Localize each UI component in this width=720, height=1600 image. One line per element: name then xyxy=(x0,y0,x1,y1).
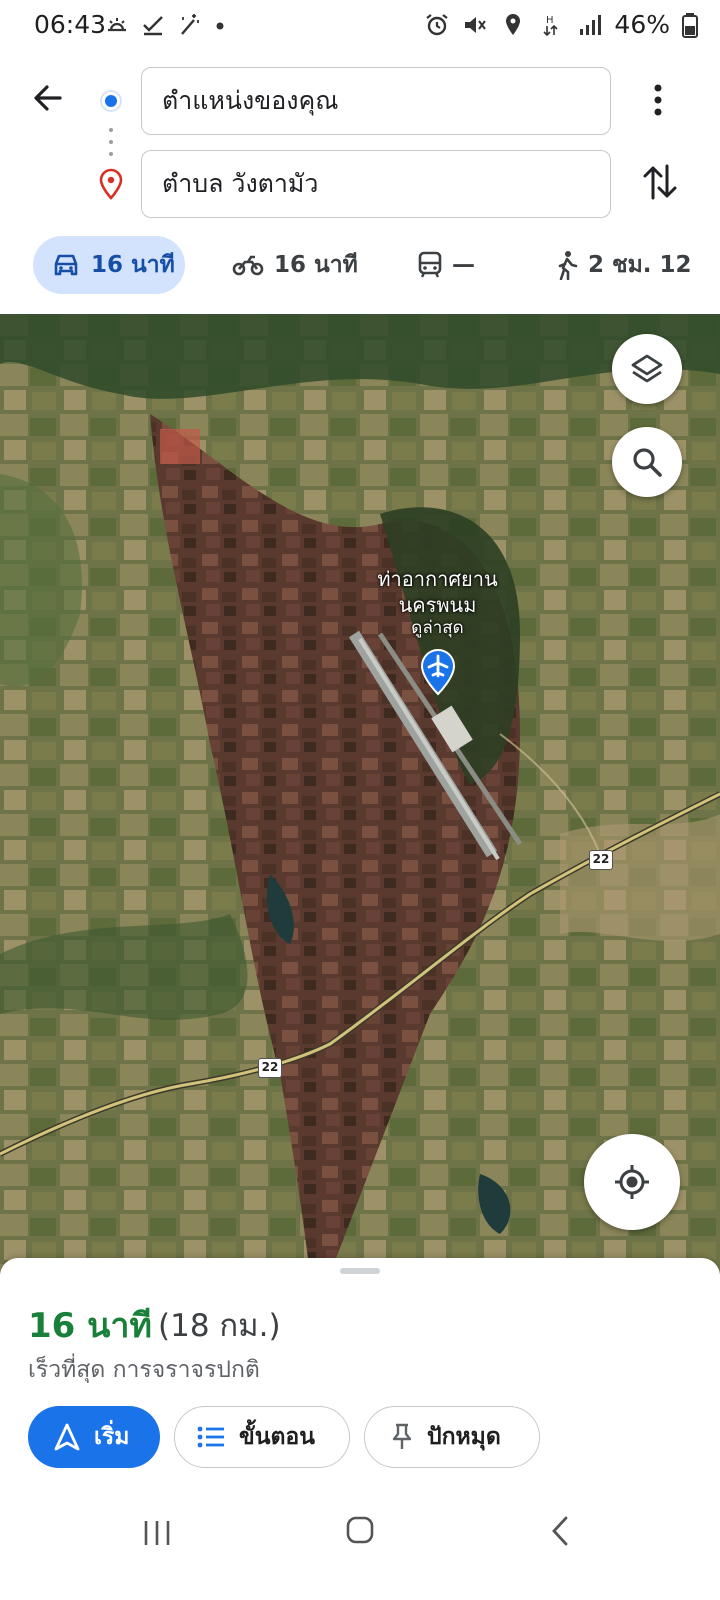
tab-car-label: 16 นาที xyxy=(91,252,175,278)
steps-button[interactable]: ขั้นตอน xyxy=(174,1406,350,1468)
status-time: 06:43 xyxy=(34,10,107,39)
status-left-icons xyxy=(104,12,238,38)
svg-text:H: H xyxy=(546,15,554,26)
destination-field[interactable]: ตำบล วังตามัว xyxy=(141,150,611,218)
pin-icon xyxy=(392,1423,412,1449)
route-sheet: 16 นาที (18 กม.) เร็วที่สุด การจราจรปกติ… xyxy=(0,1258,720,1600)
start-button-label: เริ่ม xyxy=(94,1424,130,1450)
signal-icon xyxy=(580,14,602,35)
system-nav-bar xyxy=(0,1500,720,1600)
recent-apps-icon[interactable] xyxy=(142,1518,172,1548)
motorcycle-icon xyxy=(232,255,264,276)
sheet-drag-handle[interactable] xyxy=(340,1268,380,1274)
home-icon[interactable] xyxy=(345,1515,375,1545)
road-shield-22: 22 xyxy=(589,850,613,870)
airport-subtitle: ดูล่าสุด xyxy=(411,618,464,638)
tab-transit[interactable]: — xyxy=(418,236,475,294)
road-shield-22: 22 xyxy=(258,1058,282,1078)
alarm-icon xyxy=(426,13,449,35)
my-location-icon xyxy=(615,1165,649,1199)
map-search-button[interactable] xyxy=(612,427,682,497)
airport-marker-icon[interactable] xyxy=(420,648,456,696)
walk-icon xyxy=(558,251,578,280)
car-icon xyxy=(54,254,78,276)
tab-walk[interactable]: 2 ชม. 12 xyxy=(556,236,692,294)
airport-label[interactable]: ท่าอากาศยาน นครพนม ดูล่าสุด xyxy=(360,566,515,638)
route-duration: 16 นาที xyxy=(28,1306,152,1346)
destination-pin-icon xyxy=(99,168,123,200)
tab-walk-label: 2 ชม. 12 xyxy=(588,252,692,278)
mute-icon xyxy=(465,16,487,33)
battery-percent: 46% xyxy=(614,10,670,39)
origin-dot-icon xyxy=(102,92,120,110)
tab-car[interactable]: 16 นาที xyxy=(33,236,185,294)
my-location-button[interactable] xyxy=(584,1134,680,1230)
route-distance: (18 กม.) xyxy=(158,1308,281,1344)
swap-icon[interactable] xyxy=(640,160,680,204)
list-icon xyxy=(197,1426,224,1448)
tab-motorcycle[interactable]: 16 นาที xyxy=(232,236,358,294)
layers-button[interactable] xyxy=(612,334,682,404)
route-description: เร็วที่สุด การจราจรปกติ xyxy=(28,1357,260,1383)
tab-transit-label: — xyxy=(452,252,475,278)
dot-icon xyxy=(216,22,224,30)
system-back-icon[interactable] xyxy=(550,1515,570,1547)
satellite-map[interactable]: ท่าอากาศยาน นครพนม ดูล่าสุด 22 22 xyxy=(0,314,720,1274)
airport-name-line2: นครพนม xyxy=(398,593,477,617)
back-arrow-icon[interactable] xyxy=(28,78,68,118)
pin-button[interactable]: ปักหมุด xyxy=(364,1406,540,1468)
data-icon: H xyxy=(543,15,558,36)
start-button[interactable]: เริ่ม xyxy=(28,1406,160,1468)
more-options-icon[interactable] xyxy=(650,82,666,118)
layers-icon xyxy=(631,354,663,383)
navigation-arrow-icon xyxy=(54,1423,80,1451)
search-icon xyxy=(633,448,662,477)
weather-icon xyxy=(108,18,126,32)
tab-motorcycle-label: 16 นาที xyxy=(274,252,358,278)
status-bar: 06:43 H 46% xyxy=(0,0,720,52)
magic-icon xyxy=(181,14,199,35)
location-icon xyxy=(506,13,521,35)
origin-field[interactable]: ตำแหน่งของคุณ xyxy=(141,67,611,135)
transit-icon xyxy=(418,251,442,278)
directions-header: ตำแหน่งของคุณ ตำบล วังตามัว 16 นาที 16 น… xyxy=(0,52,720,314)
check-icon xyxy=(143,16,163,36)
steps-button-label: ขั้นตอน xyxy=(239,1424,315,1450)
travel-mode-tabs: 16 นาที 16 นาที — 2 ชม. 12 xyxy=(0,236,720,296)
airport-name-line1: ท่าอากาศยาน xyxy=(377,567,498,591)
status-right: H 46% xyxy=(424,10,698,39)
pin-button-label: ปักหมุด xyxy=(427,1424,501,1450)
battery-icon xyxy=(682,12,698,38)
route-dots-icon xyxy=(109,128,113,164)
